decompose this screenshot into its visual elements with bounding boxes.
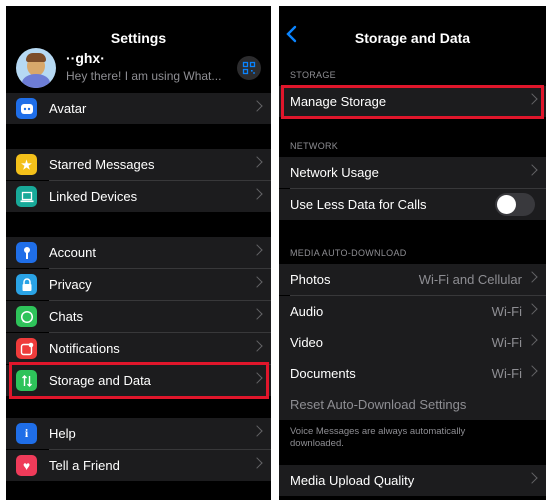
- chevron-right-icon: [251, 276, 263, 288]
- network-usage-item[interactable]: Network Usage: [279, 157, 546, 188]
- settings-item-label: Avatar: [49, 101, 87, 116]
- notification-icon: [16, 338, 37, 359]
- media-upload-quality-item[interactable]: Media Upload Quality: [279, 465, 546, 496]
- media-label: Photos: [290, 272, 331, 287]
- chevron-right-icon: [526, 303, 538, 315]
- reset-auto-download-button[interactable]: Reset Auto-Download Settings: [279, 389, 546, 420]
- less-data-calls-toggle[interactable]: [495, 193, 535, 216]
- page-title: Storage and Data: [354, 30, 471, 46]
- laptop-icon: [16, 186, 37, 207]
- media-label: Audio: [290, 304, 324, 319]
- media-value: Wi-Fi: [491, 304, 522, 319]
- settings-item-label: Notifications: [49, 341, 120, 356]
- settings-item-label: Help: [49, 426, 76, 441]
- settings-item-label: Linked Devices: [49, 189, 138, 204]
- key-icon: [16, 242, 37, 263]
- less-data-calls-item: Use Less Data for Calls: [279, 189, 546, 220]
- settings-item-starred-messages[interactable]: ★ Starred Messages: [6, 149, 271, 180]
- media-video-item[interactable]: Video Wi-Fi: [279, 327, 546, 358]
- media-audio-item[interactable]: Audio Wi-Fi: [279, 296, 546, 327]
- chevron-right-icon: [251, 308, 263, 320]
- section-header-network: NETWORK: [290, 141, 339, 151]
- less-data-calls-label: Use Less Data for Calls: [290, 197, 427, 212]
- info-icon: i: [16, 423, 37, 444]
- chevron-right-icon: [251, 156, 263, 168]
- qr-code-button[interactable]: [237, 56, 261, 80]
- settings-item-help[interactable]: i Help: [6, 418, 271, 449]
- chevron-right-icon: [526, 164, 538, 176]
- settings-item-label: Tell a Friend: [49, 458, 120, 473]
- chevron-right-icon: [251, 244, 263, 256]
- page-title: Settings: [110, 30, 167, 46]
- lock-icon: [16, 274, 37, 295]
- settings-item-account[interactable]: Account: [6, 237, 271, 268]
- media-label: Documents: [290, 366, 356, 381]
- media-value: Wi-Fi and Cellular: [418, 272, 522, 287]
- settings-item-label: Starred Messages: [49, 157, 155, 172]
- highlight-box: [9, 362, 269, 399]
- settings-panel: Settings ··ghx· Hey there! I am using Wh…: [6, 6, 271, 500]
- avatar: [16, 48, 56, 88]
- avatar-icon: [16, 98, 37, 119]
- network-usage-label: Network Usage: [290, 165, 379, 180]
- chevron-right-icon: [251, 188, 263, 200]
- settings-item-label: Account: [49, 245, 96, 260]
- heart-icon: ♥: [16, 455, 37, 476]
- chevron-right-icon: [251, 100, 263, 112]
- star-icon: ★: [16, 154, 37, 175]
- voice-messages-footnote: Voice Messages are always automatically …: [290, 426, 466, 449]
- chevron-right-icon: [251, 425, 263, 437]
- media-documents-item[interactable]: Documents Wi-Fi: [279, 358, 546, 389]
- profile-status: Hey there! I am using What...: [66, 69, 222, 83]
- chevron-right-icon: [526, 365, 538, 377]
- settings-item-privacy[interactable]: Privacy: [6, 269, 271, 300]
- qr-code-icon: [242, 61, 256, 75]
- settings-item-label: Privacy: [49, 277, 92, 292]
- highlight-box: [281, 85, 544, 119]
- chevron-right-icon: [526, 334, 538, 346]
- settings-item-avatar[interactable]: Avatar: [6, 93, 271, 124]
- reset-auto-download-label: Reset Auto-Download Settings: [290, 397, 467, 412]
- media-label: Video: [290, 335, 324, 350]
- media-photos-item[interactable]: Photos Wi-Fi and Cellular: [279, 264, 546, 295]
- media-value: Wi-Fi: [491, 366, 522, 381]
- settings-item-linked-devices[interactable]: Linked Devices: [6, 181, 271, 212]
- chevron-right-icon: [526, 472, 538, 484]
- media-upload-quality-label: Media Upload Quality: [290, 473, 415, 488]
- profile-row[interactable]: ··ghx· Hey there! I am using What...: [6, 46, 271, 93]
- whatsapp-icon: [16, 306, 37, 327]
- settings-item-chats[interactable]: Chats: [6, 301, 271, 332]
- chevron-right-icon: [526, 271, 538, 283]
- settings-item-notifications[interactable]: Notifications: [6, 333, 271, 364]
- media-value: Wi-Fi: [491, 335, 522, 350]
- storage-and-data-panel: Storage and Data STORAGE Manage Storage …: [279, 6, 546, 500]
- section-header-storage: STORAGE: [290, 70, 336, 80]
- chevron-right-icon: [251, 340, 263, 352]
- settings-item-tell-a-friend[interactable]: ♥ Tell a Friend: [6, 450, 271, 481]
- profile-name: ··ghx·: [66, 50, 105, 66]
- section-header-media-auto-download: MEDIA AUTO-DOWNLOAD: [290, 248, 407, 258]
- chevron-right-icon: [251, 457, 263, 469]
- settings-item-label: Chats: [49, 309, 83, 324]
